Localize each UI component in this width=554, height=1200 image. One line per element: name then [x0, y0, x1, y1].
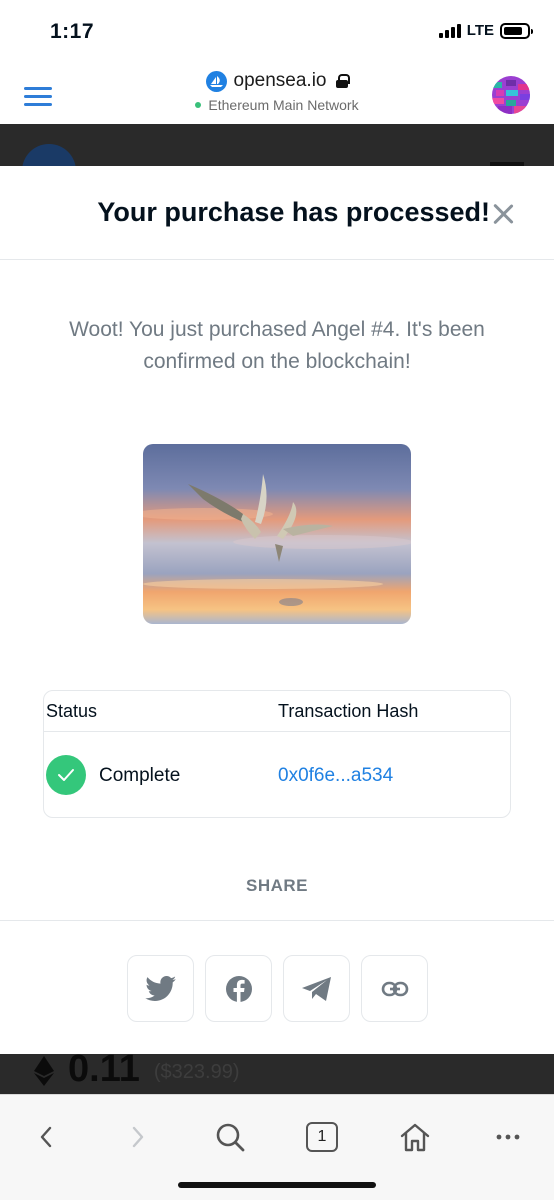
domain-text: opensea.io [233, 70, 327, 91]
link-icon [381, 981, 408, 996]
forward-button[interactable] [118, 1119, 158, 1155]
home-indicator [178, 1182, 376, 1188]
signal-icon [438, 23, 461, 38]
hash-column-header: Transaction Hash [278, 701, 419, 721]
modal-title: Your purchase has processed! [97, 197, 490, 227]
home-icon [400, 1123, 430, 1152]
transaction-status: Complete [99, 765, 181, 786]
share-twitter-button[interactable] [127, 955, 194, 1022]
search-button[interactable] [210, 1119, 250, 1155]
status-bar: 1:17 LTE [0, 0, 554, 62]
background-price: 0.11 [68, 1048, 140, 1090]
share-telegram-button[interactable] [283, 955, 350, 1022]
copy-link-button[interactable] [361, 955, 428, 1022]
browser-header: opensea.io Ethereum Main Network [0, 62, 554, 124]
table-header: Status Transaction Hash [44, 691, 510, 732]
status-time: 1:17 [50, 20, 95, 43]
check-icon [46, 755, 86, 795]
share-divider [0, 920, 554, 921]
carrier-label: LTE [466, 22, 494, 39]
chevron-left-icon [40, 1126, 52, 1148]
purchase-modal: Your purchase has processed! Woot! You j… [0, 166, 554, 1054]
search-icon [216, 1123, 245, 1152]
network-status-dot [195, 102, 202, 108]
status-indicators: LTE [438, 22, 533, 39]
facebook-icon [225, 975, 252, 1002]
chevron-right-icon [132, 1126, 144, 1148]
share-facebook-button[interactable] [205, 955, 272, 1022]
nft-image [143, 444, 411, 624]
network-name: Ethereum Main Network [208, 97, 359, 113]
more-dots-icon [496, 1134, 520, 1140]
close-icon[interactable] [492, 203, 514, 225]
opensea-logo-icon [205, 70, 227, 92]
address-bar[interactable]: opensea.io Ethereum Main Network [0, 70, 554, 113]
tab-count: 1 [306, 1122, 338, 1152]
purchase-message: Woot! You just purchased Angel #4. It's … [69, 318, 485, 373]
home-button[interactable] [395, 1119, 435, 1155]
transaction-hash-link[interactable]: 0x0f6e...a534 [278, 765, 393, 787]
ethereum-icon [34, 1056, 54, 1086]
tabs-button[interactable]: 1 [302, 1119, 342, 1155]
status-column-header: Status [46, 701, 98, 721]
share-label: SHARE [245, 876, 308, 895]
modal-header: Your purchase has processed! [0, 166, 554, 260]
battery-icon [500, 22, 533, 39]
telegram-icon [301, 976, 331, 1001]
url-line: opensea.io [205, 70, 351, 92]
more-button[interactable] [488, 1119, 528, 1155]
transaction-table: Status Transaction Hash Complete 0x0f6e.… [43, 690, 511, 818]
table-row: Complete 0x0f6e...a534 [44, 732, 510, 818]
network-line: Ethereum Main Network [195, 97, 359, 113]
back-button[interactable] [26, 1119, 66, 1155]
avatar[interactable] [492, 76, 530, 114]
background-price-usd: ($323.99) [153, 1061, 240, 1083]
background-price-row: 0.11 ($323.99) [0, 1050, 554, 1094]
share-buttons [127, 955, 428, 1022]
lock-icon [336, 74, 351, 88]
twitter-icon [144, 975, 176, 1001]
